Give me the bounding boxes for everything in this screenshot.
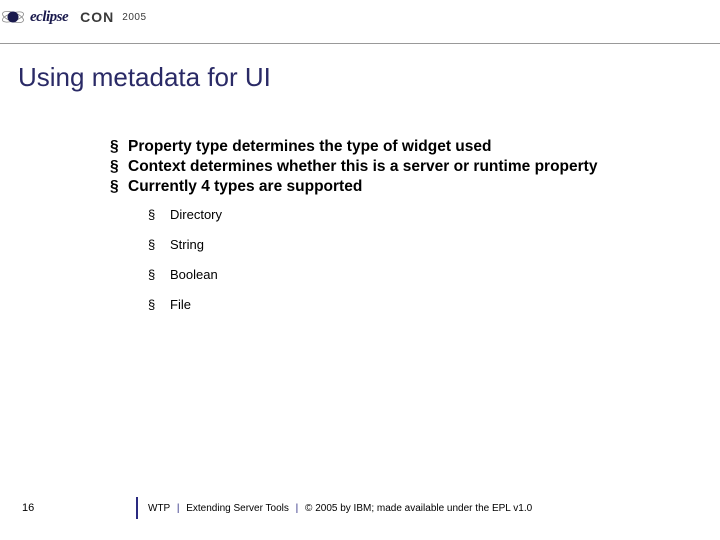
sub-bullet-list: Directory String Boolean File xyxy=(148,207,720,312)
con-logo-text: CON xyxy=(80,9,114,25)
slide-title: Using metadata for UI xyxy=(18,62,720,93)
year-text: 2005 xyxy=(122,12,146,23)
footer-accent-bar xyxy=(136,497,138,519)
footer-separator: | xyxy=(296,503,299,514)
bullet-item: Context determines whether this is a ser… xyxy=(110,157,720,177)
slide-content: Property type determines the type of wid… xyxy=(110,137,720,312)
footer-session: Extending Server Tools xyxy=(186,503,289,514)
footer-separator: | xyxy=(177,503,180,514)
sub-bullet-item: Boolean xyxy=(148,267,720,282)
eclipse-logo-text: eclipse xyxy=(30,9,68,26)
footer-project: WTP xyxy=(148,503,170,514)
bullet-item: Currently 4 types are supported xyxy=(110,177,720,197)
slide-footer: 16 WTP | Extending Server Tools | © 2005… xyxy=(0,496,720,520)
bullet-item: Property type determines the type of wid… xyxy=(110,137,720,157)
footer-text: WTP | Extending Server Tools | © 2005 by… xyxy=(148,503,532,514)
sub-bullet-item: String xyxy=(148,237,720,252)
header-divider xyxy=(0,43,720,44)
footer-copyright: © 2005 by IBM; made available under the … xyxy=(305,503,532,514)
sub-bullet-item: Directory xyxy=(148,207,720,222)
conference-logo: eclipse CON 2005 xyxy=(0,4,147,30)
sub-bullet-item: File xyxy=(148,297,720,312)
eclipse-orbit-icon xyxy=(0,4,26,30)
main-bullet-list: Property type determines the type of wid… xyxy=(110,137,720,197)
slide-header: eclipse CON 2005 xyxy=(0,0,720,44)
page-number: 16 xyxy=(22,502,34,514)
